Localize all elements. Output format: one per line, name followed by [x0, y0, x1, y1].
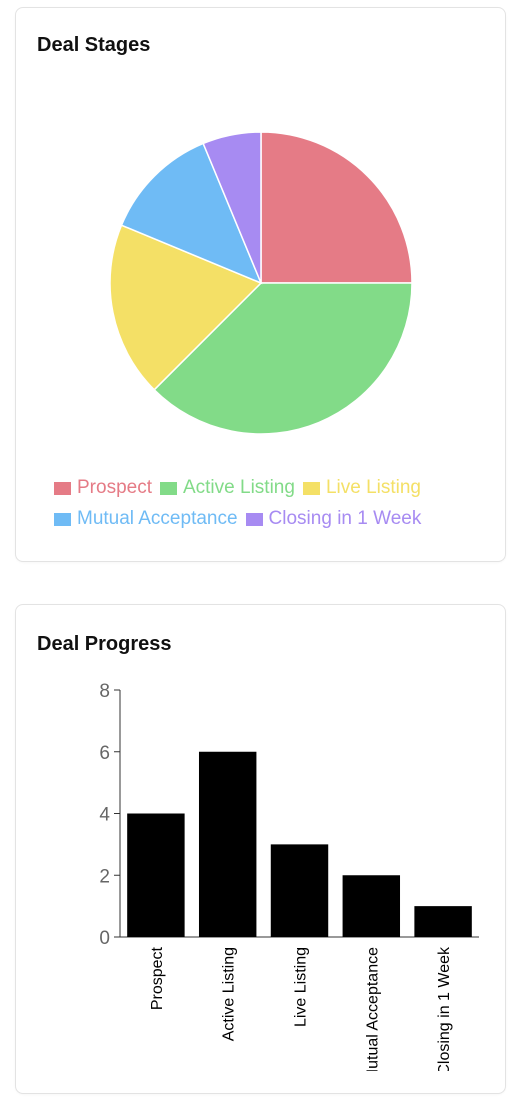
legend-item-active-listing[interactable]: Active Listing: [159, 476, 295, 500]
y-tick-label: 0: [99, 928, 110, 949]
pie-slice-prospect[interactable]: [260, 131, 413, 284]
deal-progress-card: Deal Progress 0 2 4 6 8 Prospect Active Listin…: [15, 604, 506, 1094]
legend-label: Active Listing: [182, 477, 295, 498]
legend-swatch: [302, 481, 320, 495]
legend-label: Closing in 1 Week: [268, 508, 422, 529]
deal-stages-legend: Prospect Active Listing Live Listing Mutual…: [54, 476, 474, 531]
bar-active-listing[interactable]: [198, 751, 257, 937]
legend-swatch: [159, 481, 177, 495]
legend-item-mutual-acceptance[interactable]: Mutual Acceptance: [54, 507, 238, 531]
x-tick-group: Live Listing: [293, 947, 310, 1027]
x-tick-group: Active Listing: [221, 947, 238, 1041]
legend-label: Prospect: [77, 477, 152, 498]
legend-item-closing-in-1-week[interactable]: Closing in 1 Week: [245, 507, 422, 531]
bar-closing-in-1-week[interactable]: [414, 906, 472, 937]
legend-swatch: [245, 512, 263, 526]
legend-item-prospect[interactable]: Prospect: [54, 476, 152, 500]
bar-mutual-acceptance[interactable]: [342, 875, 401, 937]
legend-label: Live Listing: [325, 477, 421, 498]
legend-item-live-listing[interactable]: Live Listing: [302, 476, 421, 500]
y-tick-label: 4: [99, 805, 110, 826]
y-tick-label: 8: [99, 681, 110, 702]
deal-progress-bar-chart: 0 2 4 6 8 Prospect Active Listing Live Listing M…: [99, 681, 479, 1082]
legend-swatch: [54, 512, 71, 526]
legend-swatch: [54, 481, 71, 495]
y-tick-label: 6: [99, 743, 110, 764]
x-tick-label-active-listing: Active Listing: [221, 947, 238, 1041]
legend-label: Mutual Acceptance: [77, 508, 238, 529]
bar-prospect[interactable]: [127, 813, 185, 938]
deal-stages-pie-chart: [109, 131, 413, 435]
x-tick-label-live-listing: Live Listing: [293, 947, 310, 1027]
x-tick-group: Mutual Acceptance: [364, 947, 381, 1082]
x-tick-label-mutual-acceptance: Mutual Acceptance: [364, 947, 381, 1082]
x-tick-label-closing-in-1-week: Closing in 1 Week: [436, 946, 453, 1076]
x-tick-group: Prospect: [149, 946, 166, 1010]
x-tick-group: Closing in 1 Week: [436, 946, 453, 1076]
bar-live-listing[interactable]: [270, 844, 329, 937]
y-tick-label: 2: [99, 866, 110, 887]
x-tick-label-prospect: Prospect: [149, 946, 166, 1010]
deal-stages-card: Deal Stages Prospect Active Listing Live L…: [15, 7, 506, 562]
